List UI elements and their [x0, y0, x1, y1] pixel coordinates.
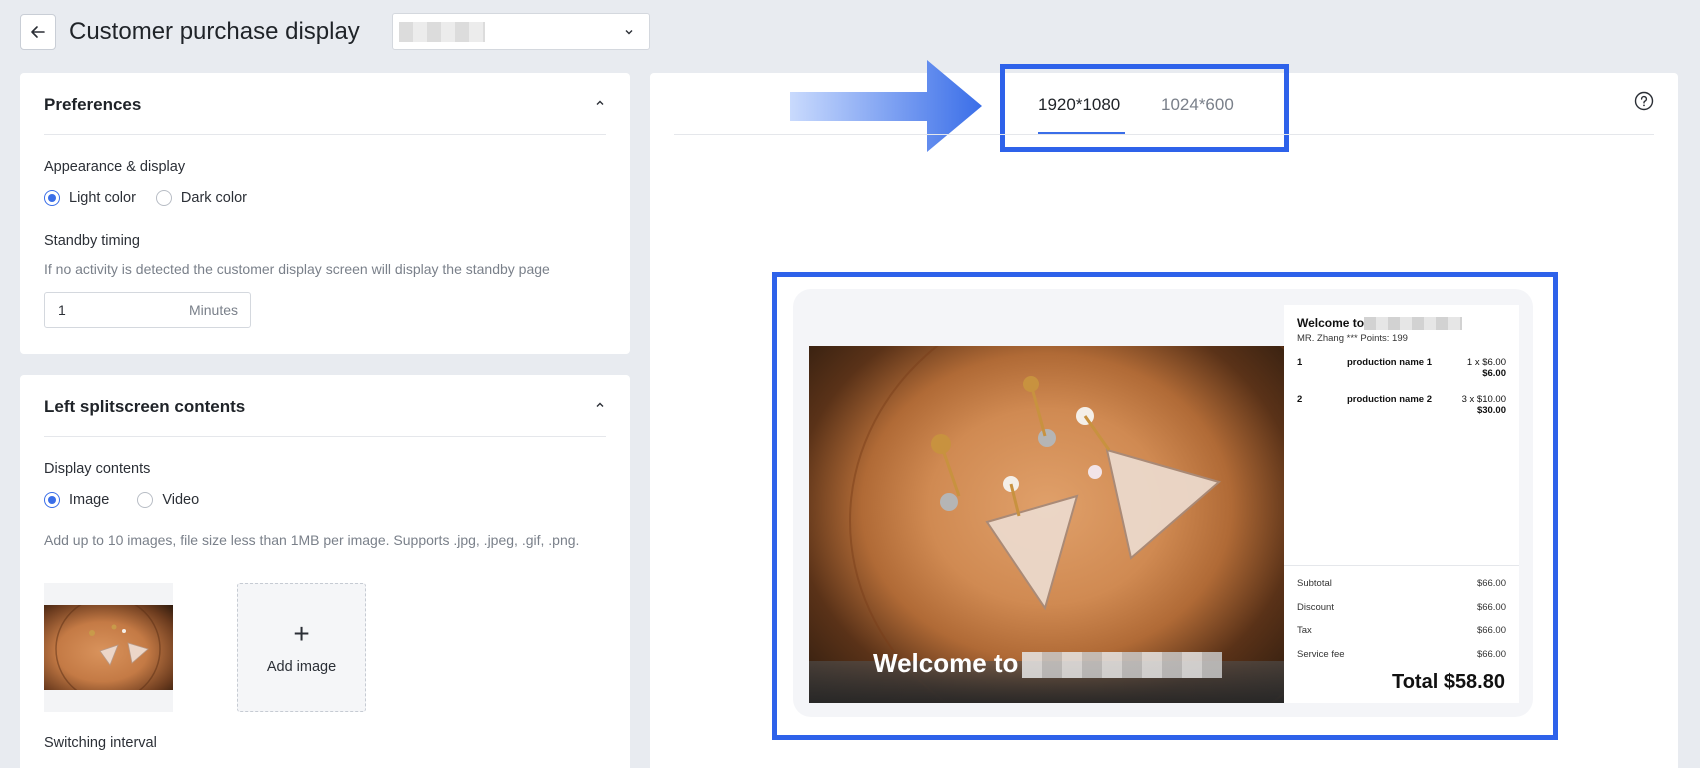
radio-image[interactable]: Image [44, 492, 109, 508]
receipt-customer: MR. Zhang *** Points: 199 [1297, 333, 1408, 344]
divider [44, 134, 606, 135]
display-preview: Welcome to Welcome to MR. Zhang *** Poin… [793, 289, 1533, 717]
radio-label: Light color [69, 190, 136, 206]
receipt-divider [1284, 565, 1519, 566]
radio-checked-icon [44, 190, 60, 206]
radio-unchecked-icon [155, 190, 172, 206]
radio-label: Dark color [180, 190, 247, 206]
receipt-total: Total $58.80 [1391, 671, 1505, 693]
chevron-up-icon[interactable] [594, 399, 606, 411]
receipt-summary-row: Tax $66.00 [1297, 625, 1506, 636]
top-bar: Customer purchase display [20, 13, 660, 50]
preview-card: 1920*1080 1024*600 Welcome to Welcome to… [650, 60, 1678, 768]
store-select[interactable] [392, 13, 650, 50]
preferences-title: Preferences [44, 95, 142, 114]
receipt-summary-row: Discount $66.00 [1297, 602, 1506, 613]
standby-value: 1 [58, 302, 66, 318]
radio-video[interactable]: Video [137, 492, 199, 508]
image-thumbnail[interactable] [44, 583, 173, 712]
store-name-blur [1022, 652, 1223, 679]
receipt-summary-row: Service fee $66.00 [1297, 649, 1506, 660]
radio-label: Image [69, 492, 110, 508]
receipt-summary-row: Subtotal $66.00 [1297, 578, 1506, 589]
receipt-welcome: Welcome to [1297, 316, 1463, 331]
standby-unit: Minutes [188, 302, 238, 318]
add-image-button[interactable]: + Add image [237, 583, 366, 712]
display-contents-label: Display contents [44, 461, 151, 477]
help-icon[interactable] [1634, 91, 1654, 111]
page-title: Customer purchase display [69, 18, 360, 45]
standby-label: Standby timing [44, 233, 140, 249]
left-splitscreen-card: Left splitscreen contents Display conten… [20, 375, 630, 768]
add-image-label: Add image [266, 659, 337, 675]
appearance-radio-group: Light color Dark color [44, 190, 267, 206]
radio-checked-icon [44, 492, 60, 508]
radio-dark-color[interactable]: Dark color [155, 190, 247, 206]
chevron-up-icon[interactable] [594, 97, 606, 109]
standby-minutes-input[interactable]: 1 Minutes [44, 292, 251, 328]
standby-hint: If no activity is detected the customer … [44, 261, 550, 277]
tab-1024x600[interactable]: 1024*600 [1161, 95, 1234, 115]
plus-icon: + [293, 618, 310, 649]
resolution-tabs: 1920*1080 1024*600 [650, 60, 1678, 152]
radio-unchecked-icon [137, 492, 154, 508]
pointer-arrow [790, 60, 982, 152]
appearance-label: Appearance & display [44, 159, 186, 175]
radio-label: Video [162, 492, 200, 508]
image-hint: Add up to 10 images, file size less than… [44, 532, 580, 548]
tab-1920x1080[interactable]: 1920*1080 [1038, 95, 1120, 115]
preview-photo: Welcome to [809, 346, 1284, 703]
chevron-down-icon [625, 30, 633, 35]
receipt-panel: Welcome to MR. Zhang *** Points: 199 1 p… [1284, 305, 1519, 703]
back-button[interactable] [20, 14, 56, 50]
tabs-divider [674, 134, 1654, 135]
left-splitscreen-title: Left splitscreen contents [44, 397, 246, 416]
switching-interval-label: Switching interval [44, 735, 157, 751]
divider [44, 436, 606, 437]
store-select-value [399, 22, 485, 42]
store-name-blur [1364, 317, 1463, 331]
photo-welcome-text: Welcome to [873, 648, 1223, 679]
radio-light-color[interactable]: Light color [44, 190, 136, 206]
back-arrow-icon [31, 26, 45, 38]
preferences-card: Preferences Appearance & display Light c… [20, 73, 630, 354]
thumbnail-photo [44, 605, 173, 690]
display-radio-group: Image Video [44, 492, 219, 508]
